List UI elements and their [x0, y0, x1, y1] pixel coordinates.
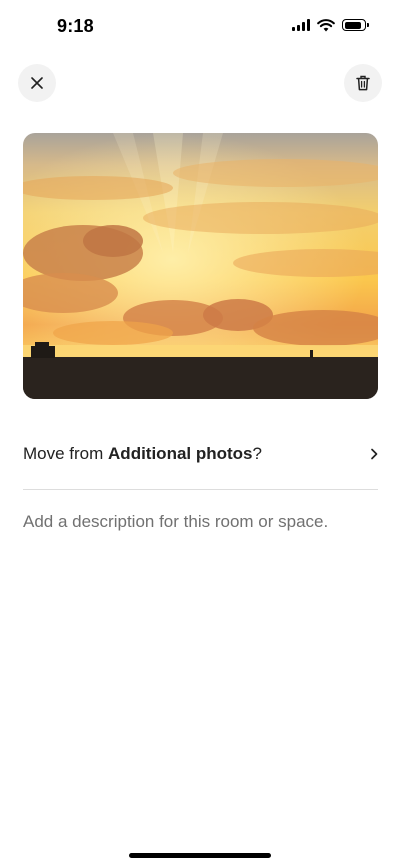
- battery-icon: [342, 19, 369, 31]
- move-album-row[interactable]: Move from Additional photos?: [23, 430, 378, 478]
- delete-button[interactable]: [344, 64, 382, 102]
- divider: [23, 489, 378, 490]
- wifi-icon: [317, 18, 335, 31]
- cellular-signal-icon: [292, 19, 310, 31]
- trash-icon: [356, 75, 370, 91]
- status-time: 9:18: [57, 16, 94, 36]
- close-icon: [31, 77, 43, 89]
- home-indicator[interactable]: [129, 853, 271, 858]
- sunset-photo[interactable]: [23, 133, 378, 399]
- status-icons: [292, 17, 369, 33]
- move-suffix: ?: [252, 444, 262, 463]
- chevron-right-icon: [371, 448, 378, 460]
- description-input[interactable]: [23, 508, 378, 536]
- move-prefix: Move from: [23, 444, 109, 463]
- album-name: Additional photos: [108, 444, 253, 463]
- move-album-text: Move from Additional photos?: [23, 444, 262, 464]
- status-bar: 9:18: [0, 0, 400, 54]
- close-button[interactable]: [18, 64, 56, 102]
